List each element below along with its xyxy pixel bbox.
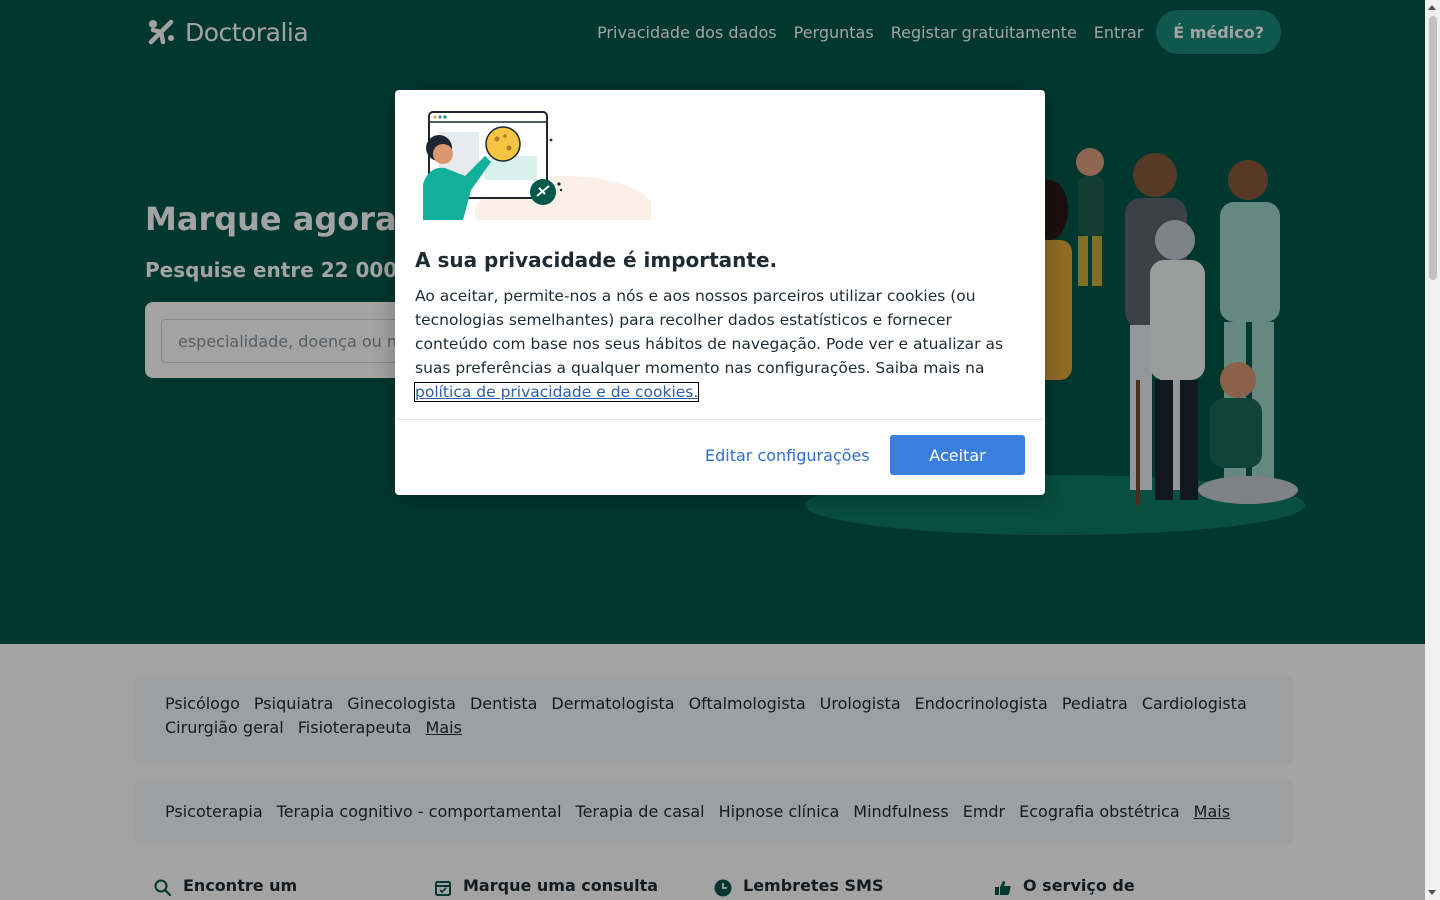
modal-divider	[395, 419, 1045, 420]
accept-button[interactable]: Aceitar	[890, 435, 1025, 475]
scrollbar-thumb[interactable]	[1429, 16, 1437, 280]
scroll-up-arrow-icon[interactable]	[1428, 5, 1436, 10]
edit-settings-button[interactable]: Editar configurações	[705, 446, 870, 465]
privacy-policy-link[interactable]: política de privacidade e de cookies.	[413, 382, 700, 402]
cookie-illustration	[423, 111, 651, 220]
cookie-consent-dialog: A sua privacidade é importante. Ao aceit…	[395, 90, 1045, 495]
cookie-body-text: Ao aceitar, permite-nos a nós e aos noss…	[415, 287, 1004, 377]
scroll-down-arrow-icon[interactable]	[1428, 890, 1436, 895]
cookie-dialog-title: A sua privacidade é importante.	[415, 248, 778, 272]
page-scrollbar[interactable]	[1425, 0, 1440, 900]
cookie-dialog-text: Ao aceitar, permite-nos a nós e aos noss…	[413, 284, 1025, 404]
